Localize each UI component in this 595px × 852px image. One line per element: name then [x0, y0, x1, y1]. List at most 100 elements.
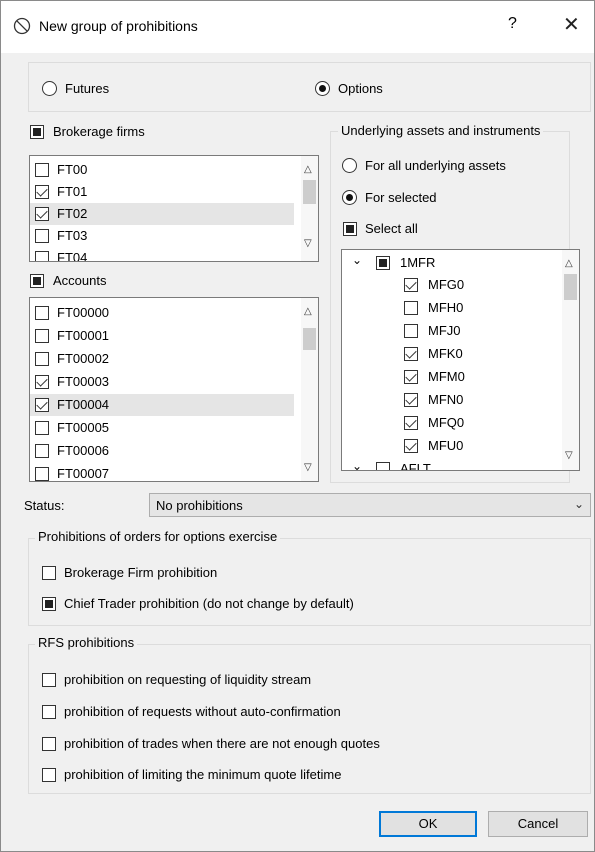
tree-root-label: 1MFR	[400, 255, 436, 270]
tree-root-checkbox[interactable]	[376, 462, 390, 470]
scroll-down-icon[interactable]: ▽	[304, 238, 312, 249]
brokerage-firm-prohibition-label: Brokerage Firm prohibition	[64, 565, 218, 580]
status-select[interactable]: No prohibitions ⌄	[149, 493, 591, 517]
list-item-checkbox[interactable]	[35, 398, 49, 412]
list-item[interactable]: FT00000	[30, 302, 300, 324]
list-item-label: FT02	[57, 206, 88, 221]
tree-item-checkbox[interactable]	[404, 278, 418, 292]
list-item-checkbox[interactable]	[35, 444, 49, 458]
scroll-down-icon[interactable]: ▽	[565, 450, 573, 461]
list-item-checkbox[interactable]	[35, 185, 49, 199]
rfs-quote-lifetime-checkbox[interactable]	[42, 768, 56, 782]
rfs-group-label: RFS prohibitions	[35, 635, 138, 650]
tree-item-label: MFQ0	[428, 415, 465, 430]
list-item-checkbox[interactable]	[35, 329, 49, 343]
list-item[interactable]: FT04	[30, 247, 300, 262]
list-item-label: FT00	[57, 162, 88, 177]
list-item-checkbox[interactable]	[35, 251, 49, 261]
chevron-down-icon[interactable]: ⌄	[352, 459, 362, 470]
underlying-group-label: Underlying assets and instruments	[338, 123, 544, 138]
list-item-checkbox[interactable]	[35, 375, 49, 389]
list-item-checkbox[interactable]	[35, 352, 49, 366]
scrollbar[interactable]: △ ▽	[301, 156, 318, 261]
chevron-down-icon[interactable]: ⌄	[574, 497, 584, 511]
tree-item-checkbox[interactable]	[404, 393, 418, 407]
tree-root-label: AFLT	[400, 461, 431, 471]
tree-item-label: MFU0	[428, 438, 464, 453]
selected-underlying-radio[interactable]	[342, 190, 357, 205]
list-item-checkbox[interactable]	[35, 421, 49, 435]
list-item-checkbox[interactable]	[35, 229, 49, 243]
futures-radio[interactable]	[42, 81, 57, 96]
list-item[interactable]: FT00006	[30, 440, 300, 462]
brokerage-firms-list[interactable]: FT00 FT01 FT02 FT03 FT04 △ ▽	[29, 155, 319, 262]
list-item[interactable]: FT03	[30, 225, 300, 247]
scroll-down-icon[interactable]: ▽	[304, 462, 312, 473]
accounts-list[interactable]: FT00000 FT00001 FT00002 FT00003 FT00004 …	[29, 297, 319, 482]
list-item-checkbox[interactable]	[35, 207, 49, 221]
rfs-liquidity-stream-label: prohibition on requesting of liquidity s…	[64, 672, 312, 687]
ok-button[interactable]: OK	[379, 811, 477, 837]
list-item-label: FT03	[57, 228, 88, 243]
close-button[interactable]: ✕	[563, 12, 580, 37]
list-item[interactable]: FT00001	[30, 325, 300, 347]
list-item[interactable]: FT00004	[30, 394, 294, 416]
brokerage-firm-prohibition-checkbox[interactable]	[42, 566, 56, 580]
list-item-label: FT04	[57, 250, 88, 262]
help-button[interactable]: ?	[508, 15, 517, 33]
status-value: No prohibitions	[156, 498, 243, 513]
scroll-thumb[interactable]	[303, 328, 316, 350]
list-item-checkbox[interactable]	[35, 306, 49, 320]
chief-trader-prohibition-checkbox[interactable]	[42, 597, 56, 611]
list-item-checkbox[interactable]	[35, 163, 49, 177]
rfs-not-enough-quotes-checkbox[interactable]	[42, 737, 56, 751]
list-item[interactable]: FT01	[30, 181, 300, 203]
tree-item-label: MFJ0	[428, 323, 461, 338]
all-underlying-radio[interactable]	[342, 158, 357, 173]
title-bar: New group of prohibitions ? ✕	[1, 1, 594, 53]
chief-trader-prohibition-label: Chief Trader prohibition (do not change …	[64, 596, 354, 611]
rfs-auto-confirmation-checkbox[interactable]	[42, 705, 56, 719]
market-type-group	[28, 62, 591, 112]
list-item[interactable]: FT00005	[30, 417, 300, 439]
tree-item-checkbox[interactable]	[404, 439, 418, 453]
scroll-up-icon[interactable]: △	[565, 258, 573, 269]
list-item[interactable]: FT00002	[30, 348, 300, 370]
tree-item-label: MFK0	[428, 346, 463, 361]
tree-item-label: MFN0	[428, 392, 464, 407]
list-item[interactable]: FT00007	[30, 463, 300, 481]
list-item-checkbox[interactable]	[35, 467, 49, 481]
tree-item-checkbox[interactable]	[404, 370, 418, 384]
tree-item-checkbox[interactable]	[404, 301, 418, 315]
list-item[interactable]: FT00	[30, 159, 300, 181]
options-exercise-group-label: Prohibitions of orders for options exerc…	[35, 529, 281, 544]
all-underlying-label: For all underlying assets	[365, 158, 506, 173]
list-item-label: FT00004	[57, 397, 110, 412]
cancel-button[interactable]: Cancel	[488, 811, 588, 837]
tree-item-checkbox[interactable]	[404, 347, 418, 361]
list-item-label: FT00007	[57, 466, 110, 481]
select-all-checkbox[interactable]	[343, 222, 357, 236]
dialog-title: New group of prohibitions	[39, 18, 198, 34]
scrollbar[interactable]: △ ▽	[562, 250, 579, 470]
tree-root-checkbox[interactable]	[376, 256, 390, 270]
rfs-liquidity-stream-checkbox[interactable]	[42, 673, 56, 687]
list-item-label: FT00001	[57, 328, 110, 343]
rfs-quote-lifetime-label: prohibition of limiting the minimum quot…	[64, 767, 342, 782]
list-item[interactable]: FT02	[30, 203, 294, 225]
scrollbar[interactable]: △ ▽	[301, 298, 318, 481]
tree-item-checkbox[interactable]	[404, 324, 418, 338]
underlying-tree[interactable]: ⌄ 1MFR MFG0 MFH0 MFJ0 MFK0 MFM0 MFN0 MFQ…	[341, 249, 580, 471]
tree-item-label: MFM0	[428, 369, 465, 384]
futures-label: Futures	[65, 81, 110, 96]
scroll-up-icon[interactable]: △	[304, 306, 312, 317]
scroll-thumb[interactable]	[564, 274, 577, 300]
list-item[interactable]: FT00003	[30, 371, 300, 393]
brokerage-firms-checkbox[interactable]	[30, 125, 44, 139]
accounts-checkbox[interactable]	[30, 274, 44, 288]
tree-item-checkbox[interactable]	[404, 416, 418, 430]
scroll-thumb[interactable]	[303, 180, 316, 204]
options-radio[interactable]	[315, 81, 330, 96]
chevron-down-icon[interactable]: ⌄	[352, 253, 362, 267]
scroll-up-icon[interactable]: △	[304, 164, 312, 175]
